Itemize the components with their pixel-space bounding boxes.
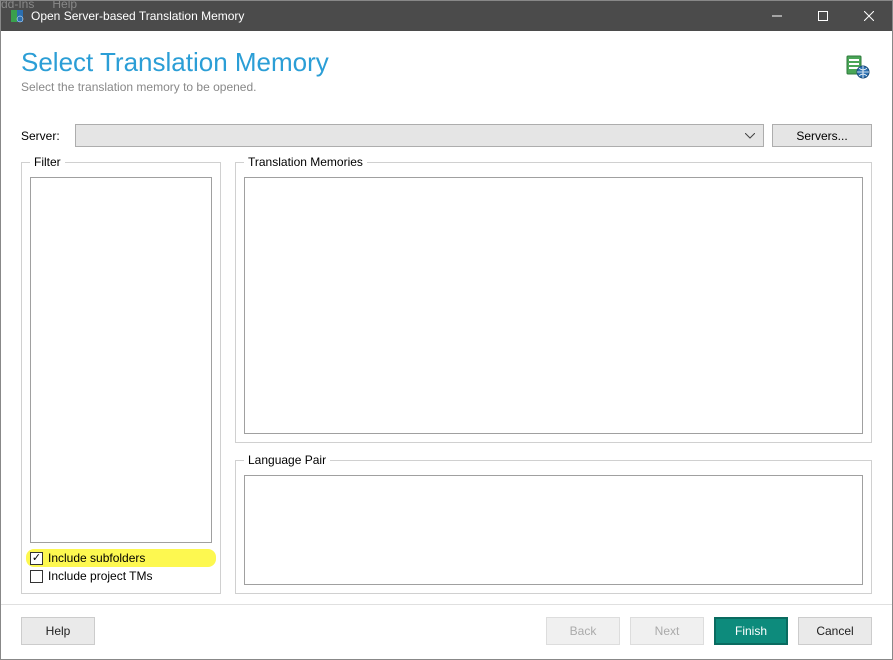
include-project-tms-label: Include project TMs — [48, 569, 153, 583]
language-pair-list[interactable] — [244, 475, 863, 585]
help-button-label: Help — [46, 624, 71, 638]
server-row: Server: Servers... — [21, 124, 872, 147]
servers-button-label: Servers... — [796, 129, 847, 143]
right-panels: Translation Memories Language Pair — [235, 155, 872, 594]
window-controls — [754, 1, 892, 31]
window-title: Open Server-based Translation Memory — [31, 9, 754, 23]
include-project-tms-checkbox[interactable] — [30, 570, 43, 583]
filter-legend: Filter — [30, 155, 65, 169]
filter-list[interactable] — [30, 177, 212, 543]
translation-memories-list[interactable] — [244, 177, 863, 434]
servers-button[interactable]: Servers... — [772, 124, 872, 147]
dialog-footer: Help Back Next Finish Cancel — [1, 604, 892, 659]
back-button[interactable]: Back — [546, 617, 620, 645]
dialog-window: dd-Ins Help Open Server-based Translatio… — [0, 0, 893, 660]
next-button[interactable]: Next — [630, 617, 704, 645]
panels: Filter Include subfolders Include projec… — [21, 155, 872, 594]
include-subfolders-checkbox[interactable] — [30, 552, 43, 565]
translation-memory-icon — [844, 53, 872, 81]
background-menubar: dd-Ins Help — [1, 0, 77, 11]
filter-panel: Filter Include subfolders Include projec… — [21, 155, 221, 594]
next-button-label: Next — [655, 624, 680, 638]
page-subtitle: Select the translation memory to be open… — [21, 80, 329, 94]
language-pair-panel: Language Pair — [235, 453, 872, 594]
include-subfolders-row[interactable]: Include subfolders — [26, 549, 216, 567]
finish-button[interactable]: Finish — [714, 617, 788, 645]
maximize-button[interactable] — [800, 1, 846, 31]
dialog-content: Select Translation Memory Select the tra… — [1, 31, 892, 604]
finish-button-label: Finish — [735, 624, 767, 638]
cancel-button-label: Cancel — [816, 624, 853, 638]
include-subfolders-label: Include subfolders — [48, 551, 145, 565]
cancel-button[interactable]: Cancel — [798, 617, 872, 645]
chevron-down-icon — [741, 127, 759, 145]
lang-legend: Language Pair — [244, 453, 330, 467]
titlebar: Open Server-based Translation Memory — [1, 1, 892, 31]
filter-checkboxes: Include subfolders Include project TMs — [30, 549, 212, 585]
server-combo[interactable] — [75, 124, 764, 147]
menubar-item: Help — [52, 0, 77, 11]
tm-legend: Translation Memories — [244, 155, 367, 169]
back-button-label: Back — [570, 624, 597, 638]
include-project-tms-row[interactable]: Include project TMs — [30, 567, 212, 585]
translation-memories-panel: Translation Memories — [235, 155, 872, 443]
minimize-button[interactable] — [754, 1, 800, 31]
header: Select Translation Memory Select the tra… — [21, 47, 872, 94]
page-title: Select Translation Memory — [21, 47, 329, 78]
close-button[interactable] — [846, 1, 892, 31]
help-button[interactable]: Help — [21, 617, 95, 645]
server-label: Server: — [21, 129, 67, 143]
menubar-item: dd-Ins — [1, 0, 34, 11]
